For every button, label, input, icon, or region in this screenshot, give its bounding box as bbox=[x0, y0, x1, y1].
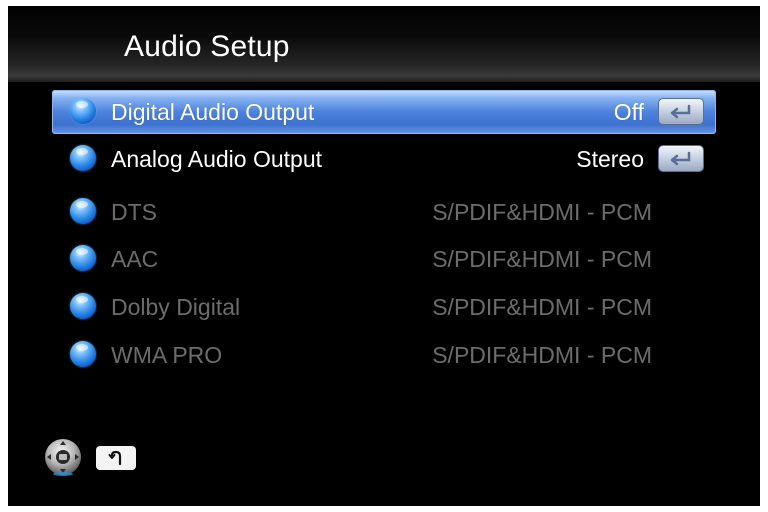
menu-item-label: Analog Audio Output bbox=[111, 146, 322, 172]
bullet-orb-icon bbox=[70, 145, 96, 171]
menu-item-label: AAC bbox=[111, 246, 159, 272]
audio-setup-screen: Audio Setup Digital Audio Output Off Ana… bbox=[8, 6, 760, 506]
page-title: Audio Setup bbox=[124, 30, 290, 63]
enter-icon[interactable] bbox=[658, 145, 704, 172]
menu-item-dts: DTS S/PDIF&HDMI - PCM bbox=[52, 190, 716, 234]
menu-item-label: Digital Audio Output bbox=[111, 99, 315, 125]
menu-item-value: S/PDIF&HDMI - PCM bbox=[432, 342, 652, 368]
menu-item-dolby-digital: Dolby Digital S/PDIF&HDMI - PCM bbox=[52, 285, 716, 329]
bullet-orb-icon bbox=[70, 245, 96, 271]
title-bar: Audio Setup bbox=[8, 6, 760, 82]
menu-item-value: Stereo bbox=[576, 146, 644, 172]
menu-item-label: Dolby Digital bbox=[111, 294, 241, 320]
menu-item-wma-pro: WMA PRO S/PDIF&HDMI - PCM bbox=[52, 333, 716, 377]
bullet-orb-icon bbox=[70, 293, 96, 319]
bullet-orb-icon bbox=[70, 198, 96, 224]
enter-icon[interactable] bbox=[658, 98, 704, 125]
menu-item-digital-audio-output[interactable]: Digital Audio Output Off bbox=[52, 90, 716, 134]
menu-item-analog-audio-output[interactable]: Analog Audio Output Stereo bbox=[52, 137, 716, 181]
menu-item-label: DTS bbox=[111, 199, 157, 225]
dpad-icon bbox=[44, 438, 82, 476]
return-icon bbox=[96, 446, 136, 470]
menu-item-value: S/PDIF&HDMI - PCM bbox=[432, 294, 652, 320]
menu-item-value: S/PDIF&HDMI - PCM bbox=[432, 246, 652, 272]
bullet-orb-icon bbox=[70, 98, 96, 124]
menu-item-value: Off bbox=[613, 99, 644, 125]
bullet-orb-icon bbox=[70, 341, 96, 367]
menu-item-value: S/PDIF&HDMI - PCM bbox=[432, 199, 652, 225]
menu-item-aac: AAC S/PDIF&HDMI - PCM bbox=[52, 237, 716, 281]
menu-item-label: WMA PRO bbox=[111, 342, 223, 368]
